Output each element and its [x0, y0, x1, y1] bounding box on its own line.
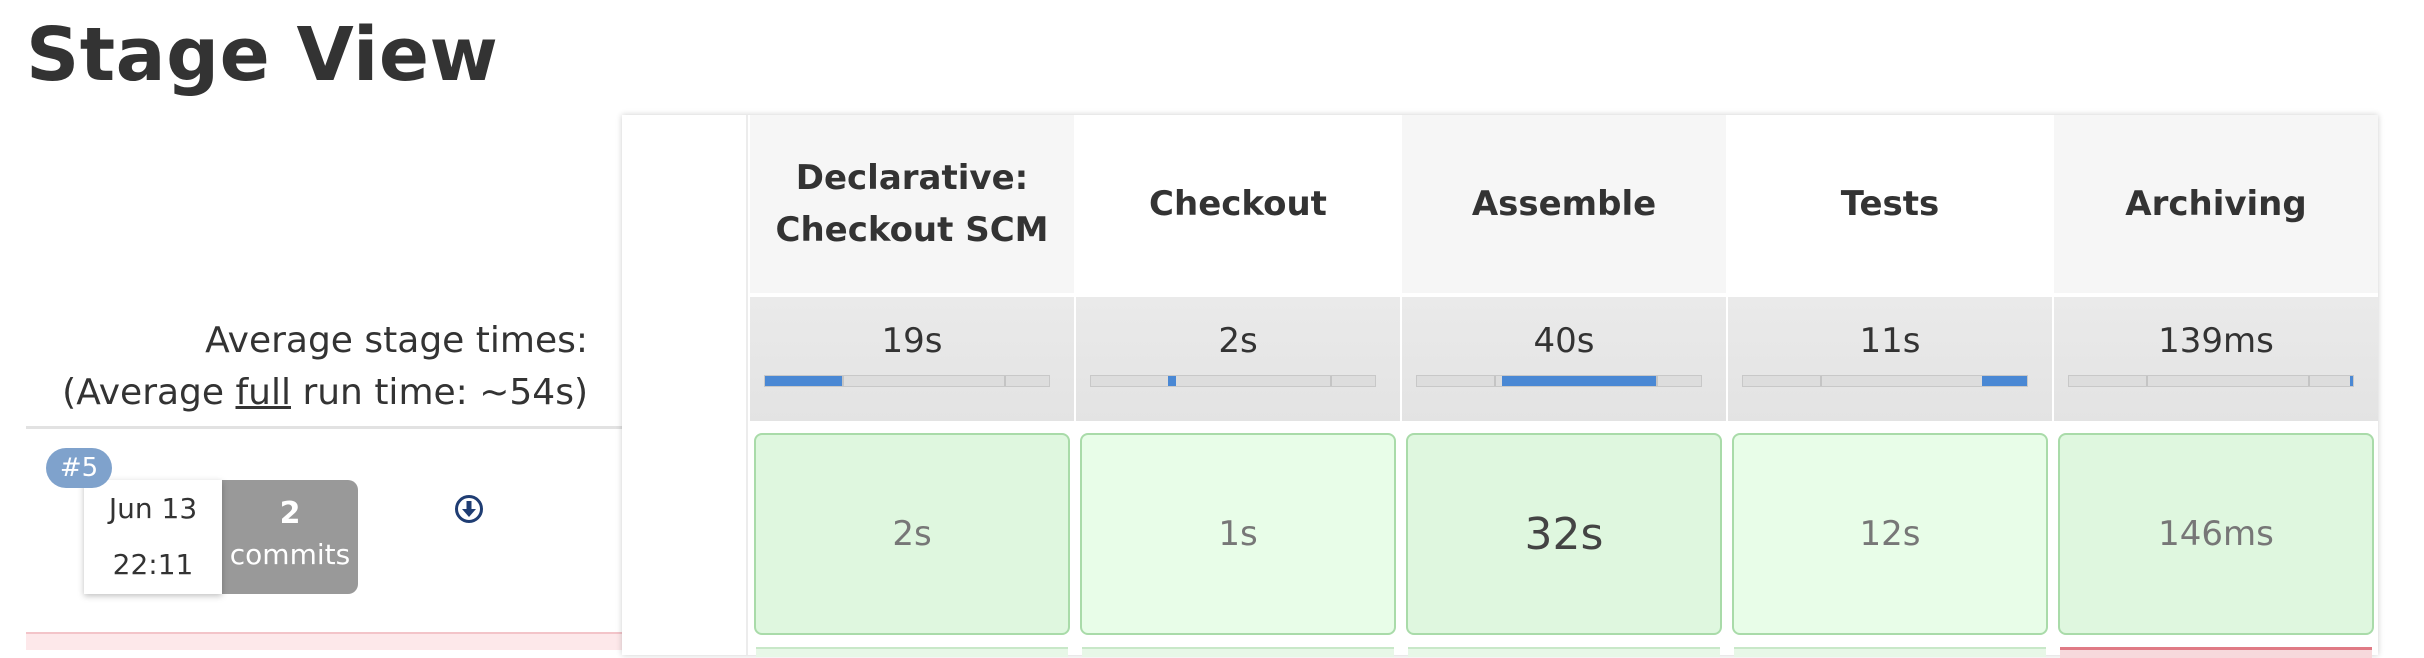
stage-header[interactable]: Archiving [2054, 115, 2378, 293]
next-run-cell-edge-failed [2060, 647, 2372, 658]
average-stage-times-label: Average stage times: [205, 320, 588, 361]
stage-table-gutter [622, 115, 748, 655]
build-number-badge[interactable]: #5 [46, 448, 112, 488]
page-title: Stage View [26, 12, 499, 98]
progress-tick [1329, 376, 1332, 386]
build-time: 22:11 [112, 548, 194, 581]
commit-count: 2 [279, 496, 301, 531]
stage-average-time: 2s [1218, 321, 1258, 361]
stage-average-time: 11s [1859, 321, 1921, 361]
stage-header-line1: Declarative: [795, 158, 1029, 198]
stage-progress-bar [764, 375, 1050, 387]
stage-column-declarative-checkout-scm: Declarative: Checkout SCM 19s 2s [750, 115, 1074, 657]
stage-progress-fill [1167, 376, 1177, 386]
stage-progress-bar [1742, 375, 2028, 387]
stage-progress-fill [2350, 376, 2353, 386]
next-run-cell-edge [1408, 647, 1720, 657]
commit-label: commits [229, 538, 351, 571]
next-run-cell-edge [1734, 647, 2046, 657]
stage-progress-fill [765, 376, 842, 386]
stage-column-assemble: Assemble 40s 32s [1402, 115, 1726, 657]
next-run-cell-edge [1082, 647, 1394, 657]
stage-progress-bar [2068, 375, 2354, 387]
stage-header[interactable]: Checkout [1076, 115, 1400, 293]
stage-average-time: 40s [1533, 321, 1595, 361]
stage-column-checkout: Checkout 2s 1s [1076, 115, 1400, 657]
progress-tick [2145, 376, 2148, 386]
avg-run-prefix: (Average [62, 372, 236, 413]
stage-average-cell: 139ms [2054, 297, 2378, 421]
stage-average-cell: 19s [750, 297, 1074, 421]
stage-average-cell: 40s [1402, 297, 1726, 421]
stage-header-line1: Assemble [1471, 184, 1657, 224]
progress-tick [1819, 376, 1822, 386]
stage-progress-bar [1416, 375, 1702, 387]
progress-tick [2307, 376, 2310, 386]
stage-header-line2: Checkout SCM [775, 210, 1049, 250]
stage-average-time: 19s [881, 321, 943, 361]
stage-header-line1: Checkout [1149, 184, 1327, 224]
progress-tick [1655, 376, 1658, 386]
stage-column-archiving: Archiving 139ms 146ms [2054, 115, 2378, 658]
build-row-divider [26, 426, 624, 429]
build-date-card: Jun 13 22:11 [84, 480, 222, 594]
stage-run-cell[interactable]: 32s [1406, 433, 1722, 635]
next-run-cell-edge [756, 647, 1068, 657]
stage-run-cell[interactable]: 2s [754, 433, 1070, 635]
progress-tick [1493, 376, 1496, 386]
stage-run-cell[interactable]: 1s [1080, 433, 1396, 635]
avg-run-suffix: run time: ~54s) [291, 372, 588, 413]
build-commits-button[interactable]: 2 commits [222, 480, 358, 594]
progress-tick [841, 376, 844, 386]
stage-header[interactable]: Tests [1728, 115, 2052, 293]
stage-progress-bar [1090, 375, 1376, 387]
stage-run-cell[interactable]: 12s [1732, 433, 2048, 635]
stage-run-cell[interactable]: 146ms [2058, 433, 2374, 635]
next-build-row-edge [26, 632, 624, 650]
stage-progress-fill [1502, 376, 1656, 386]
progress-tick [1003, 376, 1006, 386]
stage-column-tests: Tests 11s 12s [1728, 115, 2052, 657]
stage-table: Declarative: Checkout SCM 19s 2s Checkout… [622, 115, 2378, 658]
stage-average-cell: 2s [1076, 297, 1400, 421]
stage-average-cell: 11s [1728, 297, 2052, 421]
stage-header[interactable]: Assemble [1402, 115, 1726, 293]
average-run-time-label: (Average full run time: ~54s) [62, 372, 588, 413]
build-date: Jun 13 [108, 492, 198, 525]
full-run-link[interactable]: full [236, 372, 292, 413]
download-circle-icon[interactable] [454, 494, 484, 524]
stage-header-line1: Archiving [2125, 184, 2307, 224]
stage-progress-fill [1981, 376, 2027, 386]
stage-header[interactable]: Declarative: Checkout SCM [750, 115, 1074, 293]
stage-average-time: 139ms [2158, 321, 2274, 361]
stage-header-line1: Tests [1840, 184, 1940, 224]
